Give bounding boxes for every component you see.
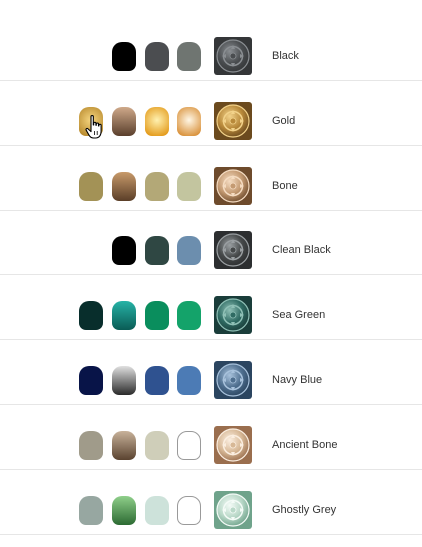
paint-pot-swatch[interactable]: [79, 430, 103, 460]
paint-pot-swatch[interactable]: [79, 366, 103, 395]
paint-pot-swatch[interactable]: [177, 366, 201, 395]
paint-pot-swatch[interactable]: [177, 42, 201, 71]
paint-pot-swatch[interactable]: [177, 301, 201, 331]
paint-swatches: [0, 276, 204, 340]
paint-pot-swatch[interactable]: [145, 106, 169, 136]
colour-scheme-list: Black Gold Bone Clean Black Sea Green Na…: [0, 0, 422, 547]
colour-row[interactable]: Bone: [0, 147, 422, 211]
colour-row[interactable]: Black: [0, 17, 422, 81]
colour-name: Ghostly Grey: [272, 503, 337, 516]
paint-pot-swatch[interactable]: [112, 42, 136, 71]
shield-preview-thumbnail[interactable]: [214, 425, 252, 464]
paint-pot-swatch[interactable]: [112, 171, 136, 201]
paint-swatches: [0, 17, 204, 81]
shield-preview-thumbnail[interactable]: [214, 37, 252, 75]
shield-preview-thumbnail[interactable]: [214, 296, 252, 335]
paint-pot-swatch[interactable]: [145, 42, 169, 71]
colour-row[interactable]: Gold: [0, 82, 422, 146]
paint-swatches: [0, 406, 204, 470]
paint-pot-swatch[interactable]: [145, 236, 169, 266]
paint-pot-swatch[interactable]: [79, 301, 103, 331]
colour-name: Sea Green: [272, 309, 326, 322]
colour-name: Black: [272, 50, 299, 62]
colour-name: Clean Black: [272, 244, 331, 257]
paint-pot-swatch[interactable]: [79, 171, 103, 201]
paint-pot-swatch[interactable]: [145, 366, 169, 395]
paint-pot-swatch[interactable]: [112, 106, 136, 136]
colour-name: Navy Blue: [272, 374, 323, 386]
shield-preview-thumbnail[interactable]: [214, 101, 252, 140]
paint-swatches: [0, 82, 204, 146]
paint-pot-swatch[interactable]: [145, 430, 169, 460]
paint-pot-swatch[interactable]: [177, 495, 201, 525]
paint-pot-swatch[interactable]: [145, 495, 169, 525]
colour-name: Gold: [272, 114, 296, 127]
paint-swatches: [0, 471, 204, 535]
colour-name: Bone: [272, 179, 298, 192]
shield-preview-thumbnail[interactable]: [214, 166, 252, 205]
paint-pot-swatch[interactable]: [79, 106, 103, 136]
paint-swatches: [0, 147, 204, 211]
paint-swatches: [0, 211, 204, 275]
paint-pot-swatch[interactable]: [112, 301, 136, 331]
paint-pot-swatch[interactable]: [177, 171, 201, 201]
paint-pot-swatch[interactable]: [112, 236, 136, 266]
shield-preview-thumbnail[interactable]: [214, 490, 252, 529]
paint-pot-swatch[interactable]: [145, 301, 169, 331]
colour-row[interactable]: Ancient Bone: [0, 406, 422, 470]
shield-preview-thumbnail[interactable]: [214, 361, 252, 399]
paint-pot-swatch[interactable]: [177, 236, 201, 266]
paint-pot-swatch[interactable]: [177, 430, 201, 460]
paint-pot-swatch[interactable]: [112, 430, 136, 460]
colour-row[interactable]: Clean Black: [0, 211, 422, 276]
paint-swatches: [0, 341, 204, 405]
colour-row[interactable]: Sea Green: [0, 276, 422, 341]
paint-pot-swatch[interactable]: [145, 171, 169, 201]
paint-pot-swatch[interactable]: [112, 495, 136, 525]
shield-preview-thumbnail[interactable]: [214, 231, 252, 270]
colour-name: Ancient Bone: [272, 438, 338, 451]
colour-row[interactable]: Navy Blue: [0, 341, 422, 405]
colour-row[interactable]: Ghostly Grey: [0, 471, 422, 535]
paint-pot-swatch[interactable]: [79, 495, 103, 525]
paint-pot-swatch[interactable]: [177, 106, 201, 136]
paint-pot-swatch[interactable]: [112, 366, 136, 395]
